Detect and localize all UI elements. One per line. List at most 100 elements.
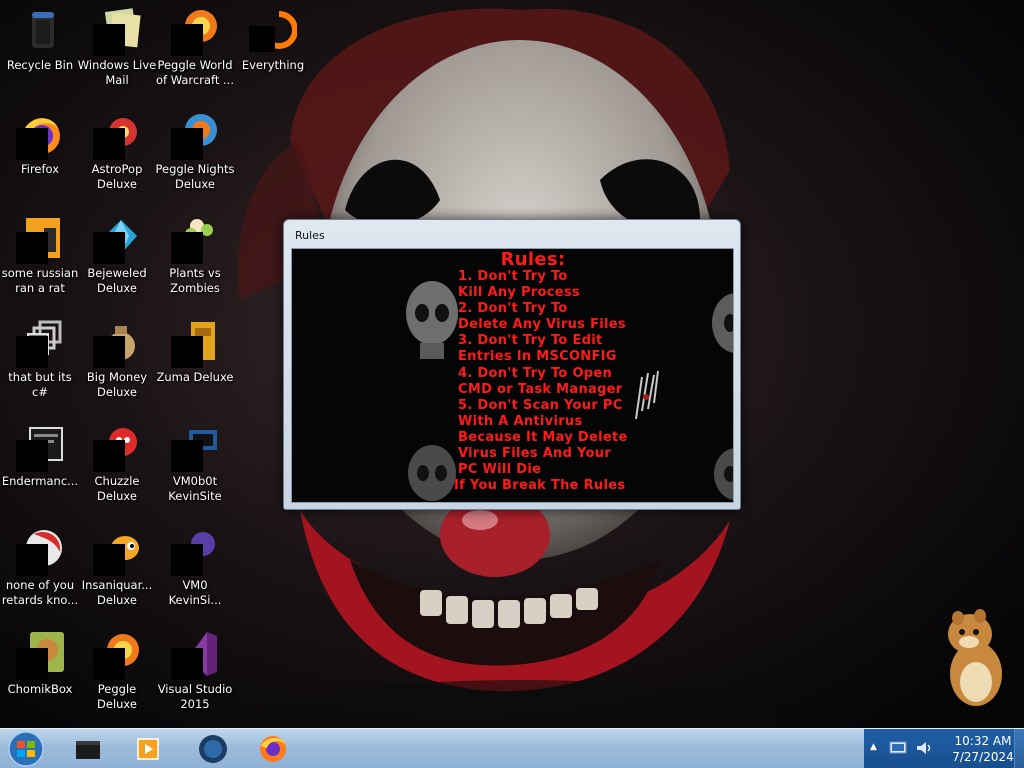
rules-line: Delete Any Virus Files [458, 317, 626, 333]
rules-line: 5. Don't Scan Your PC [458, 397, 623, 413]
desktop-icon-label: Endermanc... [1, 474, 79, 488]
desktop-icon-visual-studio[interactable]: Visual Studio 2015 [155, 630, 235, 712]
app-icon [76, 741, 100, 759]
plant-icon [171, 214, 219, 264]
desktop-icon-plants-vs-zombies[interactable]: Plants vs Zombies [155, 214, 235, 296]
taskbar-globe-button[interactable] [185, 732, 241, 766]
desktop-icon-label: Peggle Nights Deluxe [155, 162, 235, 191]
desktop-icon-chuzzle[interactable]: Chuzzle Deluxe [77, 422, 157, 504]
start-button[interactable] [6, 730, 46, 768]
mail-icon [93, 6, 141, 56]
game-icon [171, 110, 219, 160]
window-title: Rules [295, 229, 325, 242]
desktop-icon-label: Windows Live Mail [77, 58, 157, 87]
desktop-icon-label: Everything [241, 58, 305, 72]
desktop-icon-bejeweled[interactable]: Bejeweled Deluxe [77, 214, 157, 296]
firefox-icon [260, 736, 286, 762]
rules-line: 1. Don't Try To [458, 269, 568, 284]
rules-line: With A Antivirus [458, 413, 583, 429]
rules-heading: Rules: [500, 249, 566, 270]
file-icon [16, 214, 64, 264]
desktop-icon-vm0-kevinsite[interactable]: VM0 KevinSi... [155, 526, 235, 608]
desktop-icon-none-of-you[interactable]: none of you retards kno... [0, 526, 80, 608]
desktop-icon-peggle-wow[interactable]: Peggle World of Warcraft ... [155, 6, 235, 88]
media-player-icon [137, 738, 159, 760]
desktop-icon-label: Big Money Deluxe [86, 370, 148, 399]
hamster-icon [16, 630, 64, 680]
rules-line: Entries In MSCONFIG [458, 349, 617, 365]
skull-image [712, 293, 733, 353]
desktop-icon-windows-live-mail[interactable]: Windows Live Mail [77, 6, 157, 88]
desktop-icon-zuma[interactable]: Zuma Deluxe [155, 318, 235, 385]
game-icon [93, 110, 141, 160]
desktop-icon-label: Firefox [20, 162, 60, 176]
volume-icon[interactable] [914, 739, 934, 757]
taskbar-media-player-button[interactable] [120, 732, 176, 766]
desktop-icon-label: Bejeweled Deluxe [87, 266, 147, 295]
desktop-icon-label: some russian ran a rat [1, 266, 79, 295]
desktop-icon-chomikbox[interactable]: ChomikBox [0, 630, 80, 697]
desktop-icon-label: Chuzzle Deluxe [94, 474, 140, 503]
rules-line: Virus Files And Your [458, 446, 612, 462]
desktop-icon-label: AstroPop Deluxe [91, 162, 143, 191]
taskbar-app-button[interactable] [60, 732, 116, 766]
app-icon [16, 526, 64, 576]
game-icon [93, 422, 141, 472]
desktop-icon-label: Zuma Deluxe [156, 370, 234, 384]
rules-line: CMD or Task Manager [458, 381, 623, 397]
windows-logo-icon [8, 731, 44, 767]
game-icon [171, 318, 219, 368]
rules-line: If You Break The Rules [454, 478, 626, 494]
desktop-icon-label: Peggle World of Warcraft ... [156, 58, 234, 87]
skull-image [714, 448, 733, 500]
hamster-gadget[interactable] [940, 604, 1010, 708]
search-icon [249, 6, 298, 54]
desktop-icon-that-but-its-c[interactable]: that but its c# [0, 318, 80, 400]
desktop-icon-label: none of you retards kno... [1, 578, 79, 607]
skull-image [408, 445, 456, 501]
desktop-icon-firefox[interactable]: Firefox [0, 110, 80, 177]
rules-line: Kill Any Process [458, 285, 580, 301]
desktop-icon-label: VM0 KevinSi... [168, 578, 222, 607]
rules-window[interactable]: Rules Rules: 1. Don't Try To Kill Any Pr… [283, 219, 741, 510]
desktop-icon-insaniquarium[interactable]: Insaniquar... Deluxe [77, 526, 157, 608]
rules-panel: Rules: 1. Don't Try To Kill Any Process … [291, 248, 734, 503]
show-desktop-button[interactable] [1014, 729, 1024, 768]
desktop-icon-astropop[interactable]: AstroPop Deluxe [77, 110, 157, 192]
clock[interactable]: 10:32 AM 7/27/2024 [948, 733, 1018, 765]
clock-time: 10:32 AM [954, 734, 1012, 748]
show-hidden-icons-button[interactable]: ▲ [870, 742, 877, 752]
visual-studio-icon [171, 630, 219, 680]
desktop-icon-endermanc[interactable]: Endermanc... [0, 422, 80, 489]
game-icon [171, 6, 219, 56]
desktop-icon-everything[interactable]: Everything [233, 6, 313, 73]
app-icon [171, 422, 219, 472]
desktop-icon-label: VM0b0t KevinSite [168, 474, 222, 503]
taskbar-firefox-button[interactable] [245, 732, 301, 766]
recycle-bin-icon [16, 6, 64, 54]
rules-line: PC Will Die [458, 462, 542, 478]
system-tray: ▲ 10:32 AM 7/27/2024 [864, 729, 1024, 768]
desktop-icon-label: Insaniquar... Deluxe [81, 578, 153, 607]
rules-text: Rules: 1. Don't Try To Kill Any Process … [454, 249, 648, 494]
desktop-icon-label: Visual Studio 2015 [157, 682, 233, 711]
network-icon[interactable] [888, 739, 908, 757]
desktop-icon-vm0b0t[interactable]: VM0b0t KevinSite [155, 422, 235, 504]
desktop-icon-peggle-nights[interactable]: Peggle Nights Deluxe [155, 110, 235, 192]
desktop-icon-label: Plants vs Zombies [169, 266, 221, 295]
desktop-icon-peggle-deluxe[interactable]: Peggle Deluxe [77, 630, 157, 712]
document-stack-icon [16, 318, 64, 368]
gem-icon [93, 214, 141, 264]
terminal-icon [16, 422, 64, 472]
money-bag-icon [93, 318, 141, 368]
desktop-icon-recycle-bin[interactable]: Recycle Bin [0, 6, 80, 73]
rules-line: 4. Don't Try To Open [458, 365, 613, 381]
taskbar: ▲ 10:32 AM 7/27/2024 [0, 728, 1024, 768]
rules-line: Because It May Delete [458, 429, 628, 445]
desktop-icon-big-money[interactable]: Big Money Deluxe [77, 318, 157, 400]
rules-line: 2. Don't Try To [458, 301, 568, 317]
desktop-icon-russian-rat[interactable]: some russian ran a rat [0, 214, 80, 296]
clock-date: 7/27/2024 [952, 750, 1014, 764]
desktop-icon-label: that but its c# [8, 370, 72, 399]
app-icon [171, 526, 219, 576]
